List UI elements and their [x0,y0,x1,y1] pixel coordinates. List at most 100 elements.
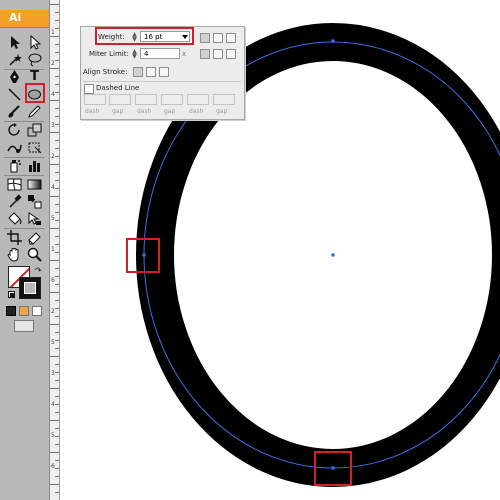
selection-tool-icon[interactable] [6,34,23,51]
swap-fill-stroke-icon[interactable]: ↷ [35,266,44,275]
center-point[interactable] [331,253,335,257]
miter-spinner[interactable]: ▲ ▼ [131,49,138,60]
highlight-left-anchor [126,238,160,273]
ruler-tick [55,268,59,269]
ruler-tick [55,372,59,373]
ruler-tick [50,68,59,69]
dashed-line-label: Dashed Line [96,84,140,92]
screen-mode-button[interactable] [14,320,34,332]
gradient-mode-button[interactable] [19,306,29,316]
ruler-tick [55,140,59,141]
direct-selection-tool-icon[interactable] [26,34,43,51]
ruler-label: 4 [51,401,55,408]
ruler-tick [55,364,59,365]
none-mode-button[interactable] [32,306,42,316]
gap-field-3[interactable] [213,94,235,105]
hand-tool-icon[interactable] [6,246,23,263]
gradient-tool-icon[interactable] [26,176,43,193]
ruler-label: 2 [51,60,55,67]
ruler-tick [55,300,59,301]
ruler-tick [55,308,59,309]
stroke-panel: Weight: ▲ ▼ 16 pt Miter Limit: ▲ ▼ 4 x Ali… [80,26,245,120]
ruler-tick [55,44,59,45]
align-outside-button[interactable] [159,67,169,77]
dash-field-1[interactable] [84,94,106,105]
projecting-cap-button[interactable] [226,33,236,43]
ruler-tick [50,196,59,197]
dash-label-3: dash [189,108,204,115]
live-paint-selection-tool-icon[interactable] [26,210,43,227]
scale-tool-icon[interactable] [26,122,43,139]
ruler-tick [55,108,59,109]
symbol-sprayer-tool-icon[interactable] [6,157,23,174]
ruler-tick [55,380,59,381]
ruler-tick [55,252,59,253]
rotate-tool-icon[interactable] [6,122,23,139]
eraser-tool-icon[interactable] [26,229,43,246]
miter-limit-field[interactable]: 4 [140,48,180,59]
lasso-tool-icon[interactable] [26,51,43,68]
default-fill-stroke-icon[interactable] [8,291,16,299]
miter-unit: x [182,50,187,58]
ruler-tick [55,156,59,157]
ruler-tick [55,404,59,405]
crop-area-tool-icon[interactable] [6,229,23,246]
ruler-tick [50,164,59,165]
gap-field-1[interactable] [109,94,131,105]
ruler-tick [55,244,59,245]
warp-tool-icon[interactable] [6,139,23,156]
ruler-tick [55,172,59,173]
ruler-tick [55,436,59,437]
ruler-tick [50,100,59,101]
pencil-tool-icon[interactable] [26,103,43,120]
line-segment-tool-icon[interactable] [6,86,23,103]
ruler-tick [50,36,59,37]
miter-join-button[interactable] [200,49,210,59]
align-center-button[interactable] [133,67,143,77]
ruler-label: 2 [51,153,55,160]
anchor-point-top[interactable] [331,39,335,43]
dash-field-3[interactable] [187,94,209,105]
gap-label-1: gap [112,108,124,115]
ruler-tick [55,348,59,349]
ruler-tick [55,212,59,213]
app-logo: Ai [0,10,49,28]
pen-tool-icon[interactable] [6,68,23,85]
live-paint-bucket-tool-icon[interactable] [6,210,23,227]
ruler-tick [55,220,59,221]
ruler-tick [55,116,59,117]
ruler-tick [55,60,59,61]
zoom-tool-icon[interactable] [26,246,43,263]
mesh-tool-icon[interactable] [6,176,23,193]
ruler-tick [55,316,59,317]
color-mode-button[interactable] [6,306,16,316]
vertical-ruler: 124324516253456 [50,0,60,500]
eyedropper-tool-icon[interactable] [6,193,23,210]
ruler-tick [55,492,59,493]
gap-field-2[interactable] [161,94,183,105]
align-inside-button[interactable] [146,67,156,77]
blend-tool-icon[interactable] [26,193,43,210]
ruler-tick [50,356,59,357]
butt-cap-button[interactable] [200,33,210,43]
stroke-swatch[interactable] [19,277,41,299]
dashed-line-checkbox[interactable] [84,84,94,94]
ruler-tick [55,340,59,341]
column-graph-tool-icon[interactable] [26,157,43,174]
free-transform-tool-icon[interactable] [26,139,43,156]
align-stroke-label: Align Stroke: [83,68,128,76]
magic-wand-tool-icon[interactable] [6,51,23,68]
bevel-join-button[interactable] [226,49,236,59]
round-join-button[interactable] [213,49,223,59]
ruler-tick [55,28,59,29]
ruler-tick [50,260,59,261]
paintbrush-tool-icon[interactable] [6,103,23,120]
ruler-tick [50,452,59,453]
dash-field-2[interactable] [135,94,157,105]
ruler-tick [55,332,59,333]
miter-limit-label: Miter Limit: [89,50,129,58]
round-cap-button[interactable] [213,33,223,43]
ruler-tick [55,52,59,53]
ruler-tick [55,92,59,93]
ruler-tick [55,428,59,429]
